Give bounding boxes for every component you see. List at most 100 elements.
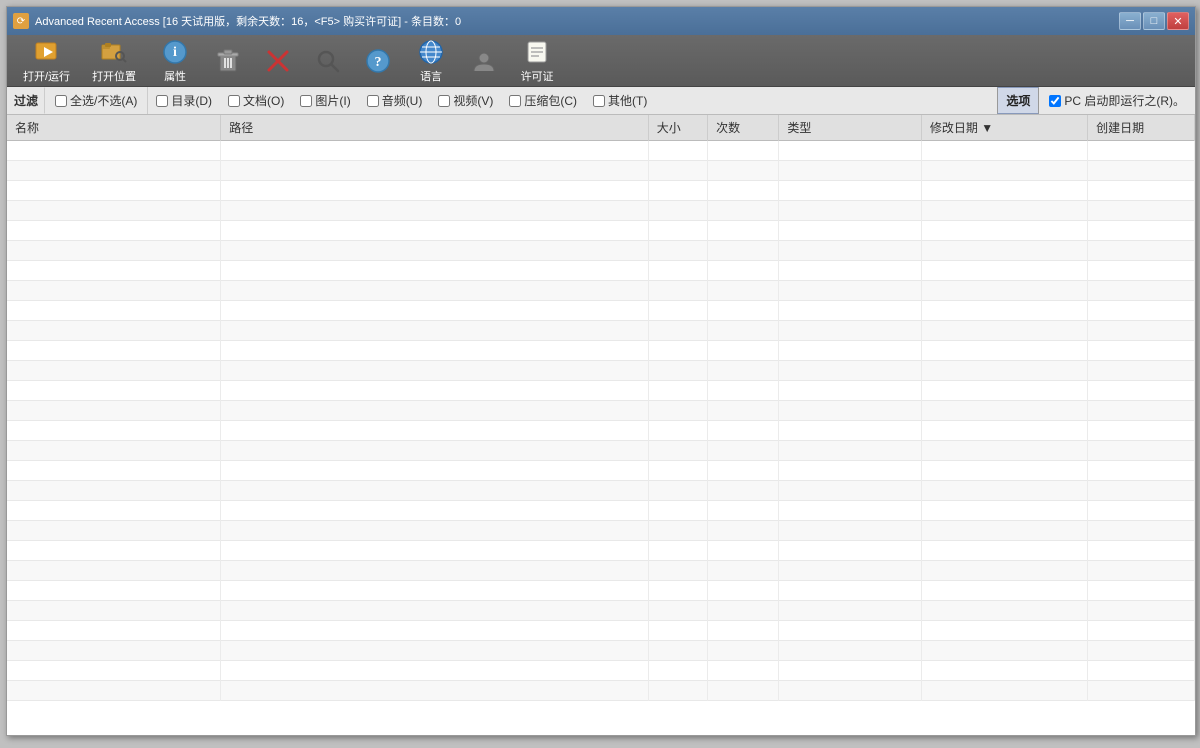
table-row[interactable] xyxy=(7,241,1195,261)
delete-button[interactable] xyxy=(206,43,250,79)
table-row[interactable] xyxy=(7,201,1195,221)
all-select-checkbox[interactable]: 全选/不选(A) xyxy=(45,87,148,114)
table-row[interactable] xyxy=(7,441,1195,461)
open-run-icon xyxy=(33,38,61,66)
audio-checkbox[interactable]: 音频(U) xyxy=(359,87,431,114)
document-checkbox[interactable]: 文档(O) xyxy=(220,87,292,114)
properties-icon: i xyxy=(161,38,189,66)
table-header-row: 名称 路径 大小 次数 类型 修改日期 ▼ xyxy=(7,115,1195,141)
table-row[interactable] xyxy=(7,341,1195,361)
table-row[interactable] xyxy=(7,301,1195,321)
table-row[interactable] xyxy=(7,221,1195,241)
open-location-button[interactable]: 打开位置 xyxy=(84,34,144,88)
file-table: 名称 路径 大小 次数 类型 修改日期 ▼ xyxy=(7,115,1195,701)
app-icon: ⟳ xyxy=(13,13,29,29)
close-button[interactable]: ✕ xyxy=(1167,12,1189,30)
language-button[interactable]: 语言 xyxy=(406,34,456,88)
title-bar: ⟳ Advanced Recent Access [16 天试用版，剩余天数：1… xyxy=(7,7,1195,35)
license-button[interactable]: 许可证 xyxy=(512,34,562,88)
table-row[interactable] xyxy=(7,681,1195,701)
archive-input[interactable] xyxy=(509,95,521,107)
image-checkbox[interactable]: 图片(I) xyxy=(292,87,358,114)
col-count[interactable]: 次数 xyxy=(708,115,779,141)
other-input[interactable] xyxy=(593,95,605,107)
directory-checkbox[interactable]: 目录(D) xyxy=(148,87,220,114)
table-row[interactable] xyxy=(7,181,1195,201)
archive-checkbox[interactable]: 压缩包(C) xyxy=(501,87,585,114)
document-label: 文档(O) xyxy=(243,92,284,109)
other-checkbox[interactable]: 其他(T) xyxy=(585,87,655,114)
table-row[interactable] xyxy=(7,261,1195,281)
table-row[interactable] xyxy=(7,501,1195,521)
maximize-button[interactable]: □ xyxy=(1143,12,1165,30)
table-row[interactable] xyxy=(7,561,1195,581)
audio-input[interactable] xyxy=(367,95,379,107)
options-tab[interactable]: 选项 xyxy=(997,87,1039,114)
col-size[interactable]: 大小 xyxy=(648,115,707,141)
archive-label: 压缩包(C) xyxy=(524,92,577,109)
table-row[interactable] xyxy=(7,601,1195,621)
table-row[interactable] xyxy=(7,361,1195,381)
open-run-button[interactable]: 打开/运行 xyxy=(15,34,78,88)
table-row[interactable] xyxy=(7,161,1195,181)
col-created[interactable]: 创建日期 xyxy=(1088,115,1195,141)
pc-startup-checkbox[interactable]: PC 启动即运行之(R)。 xyxy=(1049,92,1185,109)
table-row[interactable] xyxy=(7,421,1195,441)
table-row[interactable] xyxy=(7,641,1195,661)
user-button[interactable] xyxy=(462,43,506,79)
help-button[interactable]: ? xyxy=(356,43,400,79)
toolbar: 打开/运行 打开位置 i xyxy=(7,35,1195,87)
filter-label: 过滤 xyxy=(7,87,45,114)
table-row[interactable] xyxy=(7,321,1195,341)
license-icon xyxy=(523,38,551,66)
open-location-icon xyxy=(100,38,128,66)
table-row[interactable] xyxy=(7,621,1195,641)
document-input[interactable] xyxy=(228,95,240,107)
pc-startup-input[interactable] xyxy=(1049,95,1061,107)
table-body xyxy=(7,141,1195,701)
file-table-container: 名称 路径 大小 次数 类型 修改日期 ▼ xyxy=(7,115,1195,735)
all-select-input[interactable] xyxy=(55,95,67,107)
table-row[interactable] xyxy=(7,541,1195,561)
image-input[interactable] xyxy=(300,95,312,107)
col-modified[interactable]: 修改日期 ▼ xyxy=(921,115,1087,141)
image-label: 图片(I) xyxy=(315,92,350,109)
table-row[interactable] xyxy=(7,461,1195,481)
language-label: 语言 xyxy=(420,68,442,84)
license-label: 许可证 xyxy=(521,68,554,84)
table-row[interactable] xyxy=(7,381,1195,401)
minimize-button[interactable]: ─ xyxy=(1119,12,1141,30)
window-controls: ─ □ ✕ xyxy=(1119,12,1189,30)
remove-icon xyxy=(264,47,292,75)
help-icon: ? xyxy=(364,47,392,75)
properties-label: 属性 xyxy=(164,68,186,84)
properties-button[interactable]: i 属性 xyxy=(150,34,200,88)
other-label: 其他(T) xyxy=(608,92,647,109)
directory-input[interactable] xyxy=(156,95,168,107)
search-button[interactable] xyxy=(306,43,350,79)
open-location-label: 打开位置 xyxy=(92,68,136,84)
language-icon xyxy=(417,38,445,66)
remove-button[interactable] xyxy=(256,43,300,79)
table-row[interactable] xyxy=(7,481,1195,501)
video-checkbox[interactable]: 视频(V) xyxy=(430,87,501,114)
window-title: Advanced Recent Access [16 天试用版，剩余天数：16，… xyxy=(35,13,1119,29)
table-row[interactable] xyxy=(7,141,1195,161)
col-path[interactable]: 路径 xyxy=(221,115,649,141)
video-input[interactable] xyxy=(438,95,450,107)
table-row[interactable] xyxy=(7,661,1195,681)
pc-startup-label: PC 启动即运行之(R)。 xyxy=(1064,92,1185,109)
delete-icon xyxy=(214,47,242,75)
audio-label: 音频(U) xyxy=(382,92,423,109)
table-row[interactable] xyxy=(7,581,1195,601)
table-row[interactable] xyxy=(7,521,1195,541)
svg-text:?: ? xyxy=(375,55,382,70)
col-name[interactable]: 名称 xyxy=(7,115,221,141)
table-row[interactable] xyxy=(7,281,1195,301)
main-window: ⟳ Advanced Recent Access [16 天试用版，剩余天数：1… xyxy=(6,6,1196,736)
col-type[interactable]: 类型 xyxy=(779,115,922,141)
all-select-label: 全选/不选(A) xyxy=(70,92,137,109)
search-icon xyxy=(314,47,342,75)
table-row[interactable] xyxy=(7,401,1195,421)
directory-label: 目录(D) xyxy=(171,92,212,109)
